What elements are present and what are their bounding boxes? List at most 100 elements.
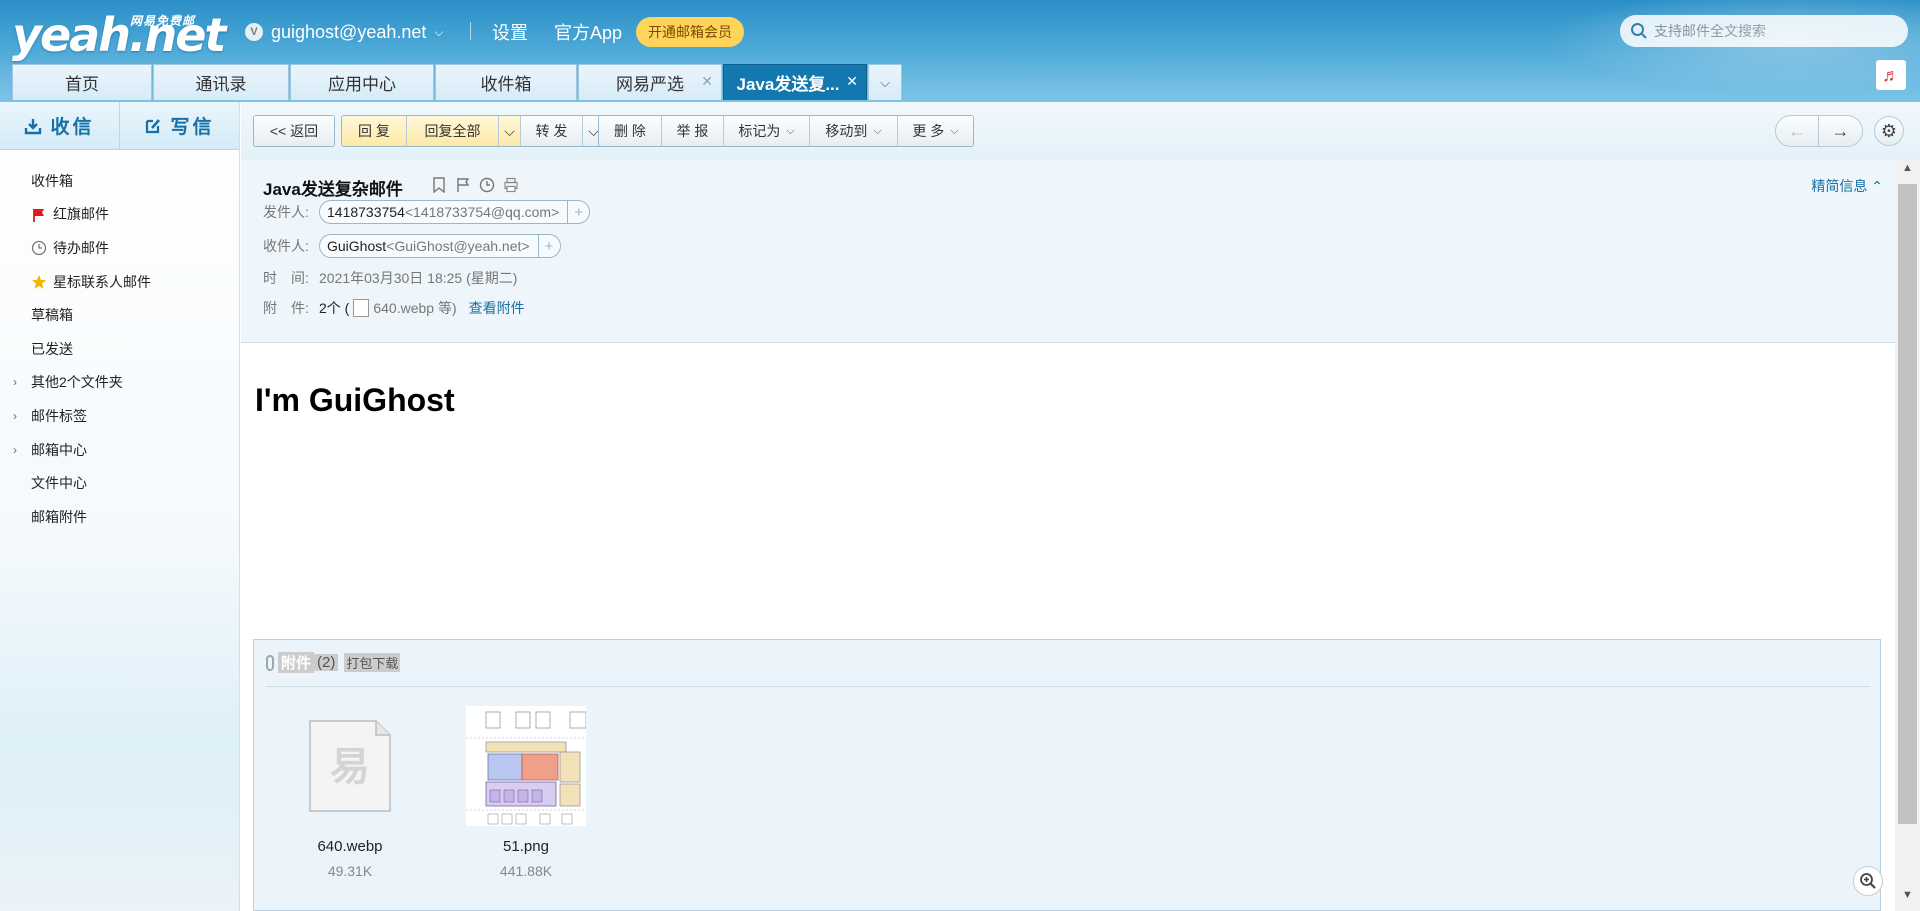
next-mail-button[interactable]: → (1819, 115, 1863, 147)
receive-button[interactable]: 收信 (0, 102, 119, 149)
report-button[interactable]: 举 报 (661, 116, 723, 146)
vip-level-badge: V (245, 23, 263, 41)
folder-inbox[interactable]: 收件箱 (0, 164, 239, 198)
sender-name: 1418733754 (327, 204, 405, 220)
to-row: 收件人: GuiGhost <GuiGhost@yeah.net> + (263, 234, 561, 258)
file-thumbnail[interactable]: 易 (290, 706, 410, 826)
scroll-down-icon[interactable]: ▼ (1895, 889, 1920, 909)
tab-app-center[interactable]: 应用中心 (290, 64, 434, 100)
tab-current-mail[interactable]: Java发送复... ✕ (723, 64, 867, 100)
folder-file-center[interactable]: 文件中心 (0, 466, 239, 500)
delete-button[interactable]: 删 除 (599, 116, 661, 146)
sender-chip[interactable]: 1418733754 <1418733754@qq.com> + (319, 200, 591, 224)
view-attachments-link[interactable]: 查看附件 (469, 298, 525, 318)
account-menu[interactable]: V guighost@yeah.net ⌵ (245, 20, 444, 44)
vip-button[interactable]: 开通邮箱会员 (636, 17, 744, 47)
vertical-scrollbar[interactable]: ▲ ▼ (1895, 160, 1920, 911)
search-box[interactable] (1620, 15, 1908, 47)
folder-list: 收件箱 红旗邮件 待办邮件 星标联系人邮件 草稿箱 已发送 › 其他2个文件夹 ›… (0, 164, 239, 534)
attachment-item[interactable]: 51.png 441.88K (456, 706, 596, 879)
divider (470, 22, 471, 40)
zoom-icon[interactable] (1853, 866, 1883, 896)
main-panel: << 返回 回 复 回复全部 ⌵ 转 发 ⌵ 删 除 举 报 标记为 ⌵ 移动到 ⌵… (241, 102, 1920, 911)
recipient-chip[interactable]: GuiGhost <GuiGhost@yeah.net> + (319, 234, 561, 258)
scroll-up-icon[interactable]: ▲ (1895, 162, 1920, 182)
gear-icon[interactable]: ⚙ (1874, 116, 1904, 146)
more-label: 更 多 (912, 123, 945, 139)
toggle-detail-link[interactable]: 精简信息 ⌃ (1811, 176, 1883, 196)
logo[interactable]: yeah.net 网易免费邮 (12, 8, 226, 62)
mail-toolbar: << 返回 回 复 回复全部 ⌵ 转 发 ⌵ 删 除 举 报 标记为 ⌵ 移动到 ⌵… (241, 102, 1920, 160)
previous-mail-button[interactable]: ← (1775, 115, 1819, 147)
official-app-link[interactable]: 官方App (554, 19, 622, 45)
folder-starred-contacts[interactable]: 星标联系人邮件 (0, 265, 239, 299)
bookmark-icon[interactable] (431, 177, 447, 193)
chevron-right-icon[interactable]: › (13, 443, 17, 457)
attachment-row: 附 件: 2个 ( 640.webp 等) 查看附件 (263, 298, 525, 318)
folder-drafts[interactable]: 草稿箱 (0, 298, 239, 332)
more-button[interactable]: 更 多 ⌵ (897, 116, 973, 146)
add-contact-icon[interactable]: + (537, 235, 560, 257)
folder-label: 邮箱中心 (31, 441, 87, 458)
from-row: 发件人: 1418733754 <1418733754@qq.com> + (263, 200, 591, 224)
flag-icon[interactable] (455, 177, 471, 193)
recipient-name: GuiGhost (327, 238, 387, 254)
move-to-button[interactable]: 移动到 ⌵ (809, 116, 897, 146)
action-group: 删 除 举 报 标记为 ⌵ 移动到 ⌵ 更 多 ⌵ (598, 115, 974, 147)
folder-label: 收件箱 (31, 172, 73, 189)
download-all-link[interactable]: 打包下载 (344, 653, 401, 672)
close-icon[interactable]: ✕ (701, 73, 713, 90)
chevron-down-icon: ⌵ (504, 122, 515, 139)
search-input[interactable] (1654, 23, 1894, 39)
reply-dropdown[interactable]: ⌵ (498, 116, 520, 146)
attachments-panel: 附件 (2) 打包下载 易 640.webp 49.31K 51.png 441… (253, 639, 1881, 911)
tab-more-button[interactable]: ⌵ (868, 64, 902, 100)
paperclip-icon (266, 654, 274, 671)
folder-sent[interactable]: 已发送 (0, 332, 239, 366)
image-thumbnail[interactable] (466, 706, 587, 826)
attachment-name: 51.png (503, 838, 549, 855)
folder-label: 文件中心 (31, 475, 87, 492)
attachment-item[interactable]: 易 640.webp 49.31K (280, 706, 420, 879)
chevron-up-icon: ⌃ (1867, 178, 1883, 194)
folder-label: 星标联系人邮件 (53, 273, 151, 290)
download-icon (25, 118, 42, 134)
tab-yanxuan[interactable]: 网易严选 ✕ (578, 64, 722, 100)
folder-tags[interactable]: › 邮件标签 (0, 399, 239, 433)
print-icon[interactable] (503, 177, 519, 193)
top-header: yeah.net 网易免费邮 V guighost@yeah.net ⌵ 设置 … (0, 0, 1920, 102)
chevron-down-icon: ⌵ (434, 24, 444, 39)
chevron-right-icon[interactable]: › (13, 409, 17, 423)
folder-mail-center[interactable]: › 邮箱中心 (0, 433, 239, 467)
back-button[interactable]: << 返回 (254, 116, 334, 146)
reply-all-button[interactable]: 回复全部 (406, 116, 498, 146)
reply-button[interactable]: 回 复 (342, 116, 406, 146)
clock-icon[interactable] (479, 177, 495, 193)
tab-contacts[interactable]: 通讯录 (153, 64, 289, 100)
divider (266, 686, 1870, 687)
mail-subject: Java发送复杂邮件 (263, 180, 403, 199)
folder-red-flag[interactable]: 红旗邮件 (0, 198, 239, 232)
settings-link[interactable]: 设置 (492, 19, 528, 45)
add-contact-icon[interactable]: + (567, 201, 589, 223)
compose-label: 写信 (170, 117, 215, 138)
scrollbar-thumb[interactable] (1898, 184, 1917, 824)
mark-as-label: 标记为 (738, 123, 781, 139)
mark-as-button[interactable]: 标记为 ⌵ (723, 116, 809, 146)
forward-button[interactable]: 转 发 (520, 116, 582, 146)
folder-attachments[interactable]: 邮箱附件 (0, 500, 239, 534)
tab-label: 通讯录 (195, 75, 247, 94)
chevron-right-icon[interactable]: › (13, 375, 17, 389)
tab-inbox[interactable]: 收件箱 (435, 64, 577, 100)
music-icon[interactable]: ♬ (1876, 60, 1906, 90)
folder-todo[interactable]: 待办邮件 (0, 231, 239, 265)
compose-button[interactable]: 写信 (119, 102, 239, 149)
tab-home[interactable]: 首页 (12, 64, 152, 100)
chevron-down-icon: ⌵ (786, 124, 795, 137)
time-label: 时 间: (263, 270, 309, 286)
attachments-title: 附件 (278, 652, 315, 673)
close-icon[interactable]: ✕ (846, 73, 858, 90)
tab-label: 应用中心 (328, 75, 396, 94)
folder-other[interactable]: › 其他2个文件夹 (0, 366, 239, 400)
detail-link-label: 精简信息 (1811, 178, 1868, 194)
